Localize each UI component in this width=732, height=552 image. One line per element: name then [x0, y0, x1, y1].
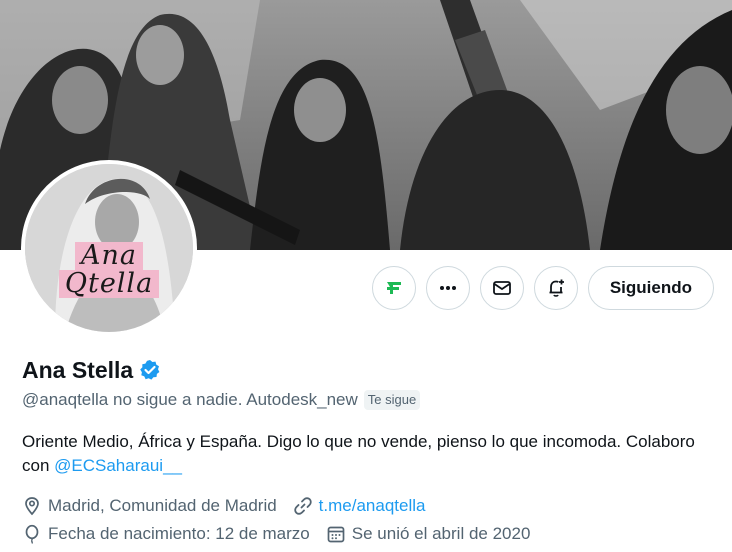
- profile-page: Ana Qtella Siguiendo Ana Stella @anaqtel…: [0, 0, 732, 552]
- profile-bio: Oriente Medio, África y España. Digo lo …: [22, 430, 722, 478]
- profile-meta-row-1: Madrid, Comunidad de Madrid t.me/anaqtel…: [22, 496, 441, 516]
- follows-you-badge: Te sigue: [363, 390, 421, 410]
- location-text: Madrid, Comunidad de Madrid: [48, 496, 277, 515]
- notifications-button[interactable]: [533, 266, 578, 310]
- display-name: Ana Stella: [22, 357, 134, 383]
- profile-meta-row-2: Fecha de nacimiento: 12 de marzo Se unió…: [22, 524, 546, 544]
- grok-button[interactable]: [371, 266, 416, 310]
- message-button[interactable]: [479, 266, 524, 310]
- verified-badge-icon[interactable]: [139, 359, 161, 381]
- joined-item: Se unió el abril de 2020: [326, 524, 531, 544]
- joined-text: Se unió el abril de 2020: [351, 524, 531, 543]
- balloon-icon: [25, 524, 39, 544]
- website-item: t.me/anaqtella: [293, 496, 426, 516]
- bell-plus-icon: [549, 279, 564, 297]
- message-icon: [492, 281, 511, 295]
- following-button[interactable]: Siguiendo: [587, 266, 714, 310]
- profile-avatar[interactable]: Ana Qtella: [21, 160, 197, 336]
- link-icon: [293, 497, 312, 515]
- avatar-image: Ana Qtella: [25, 164, 193, 332]
- more-icon: [439, 286, 456, 290]
- bio-mention-link[interactable]: @ECSaharaui__: [54, 456, 182, 475]
- profile-handle: @anaqtella no sigue a nadie. Autodesk_ne…: [22, 390, 358, 409]
- website-link[interactable]: t.me/anaqtella: [319, 496, 426, 516]
- avatar-caption-line2: Qtella: [58, 270, 160, 298]
- profile-name-row: Ana Stella: [22, 356, 161, 384]
- avatar-caption: Ana Qtella: [25, 242, 193, 298]
- avatar-caption-line1: Ana: [75, 242, 143, 270]
- profile-actions: Siguiendo: [371, 266, 714, 310]
- profile-handle-row: @anaqtella no sigue a nadie. Autodesk_ne…: [22, 390, 421, 410]
- more-button[interactable]: [425, 266, 470, 310]
- location-pin-icon: [25, 497, 39, 516]
- birthday-item: Fecha de nacimiento: 12 de marzo: [22, 524, 310, 544]
- location-item: Madrid, Comunidad de Madrid: [22, 496, 277, 516]
- grok-icon: [386, 282, 401, 294]
- birthday-text: Fecha de nacimiento: 12 de marzo: [48, 524, 310, 543]
- calendar-icon: [327, 526, 345, 543]
